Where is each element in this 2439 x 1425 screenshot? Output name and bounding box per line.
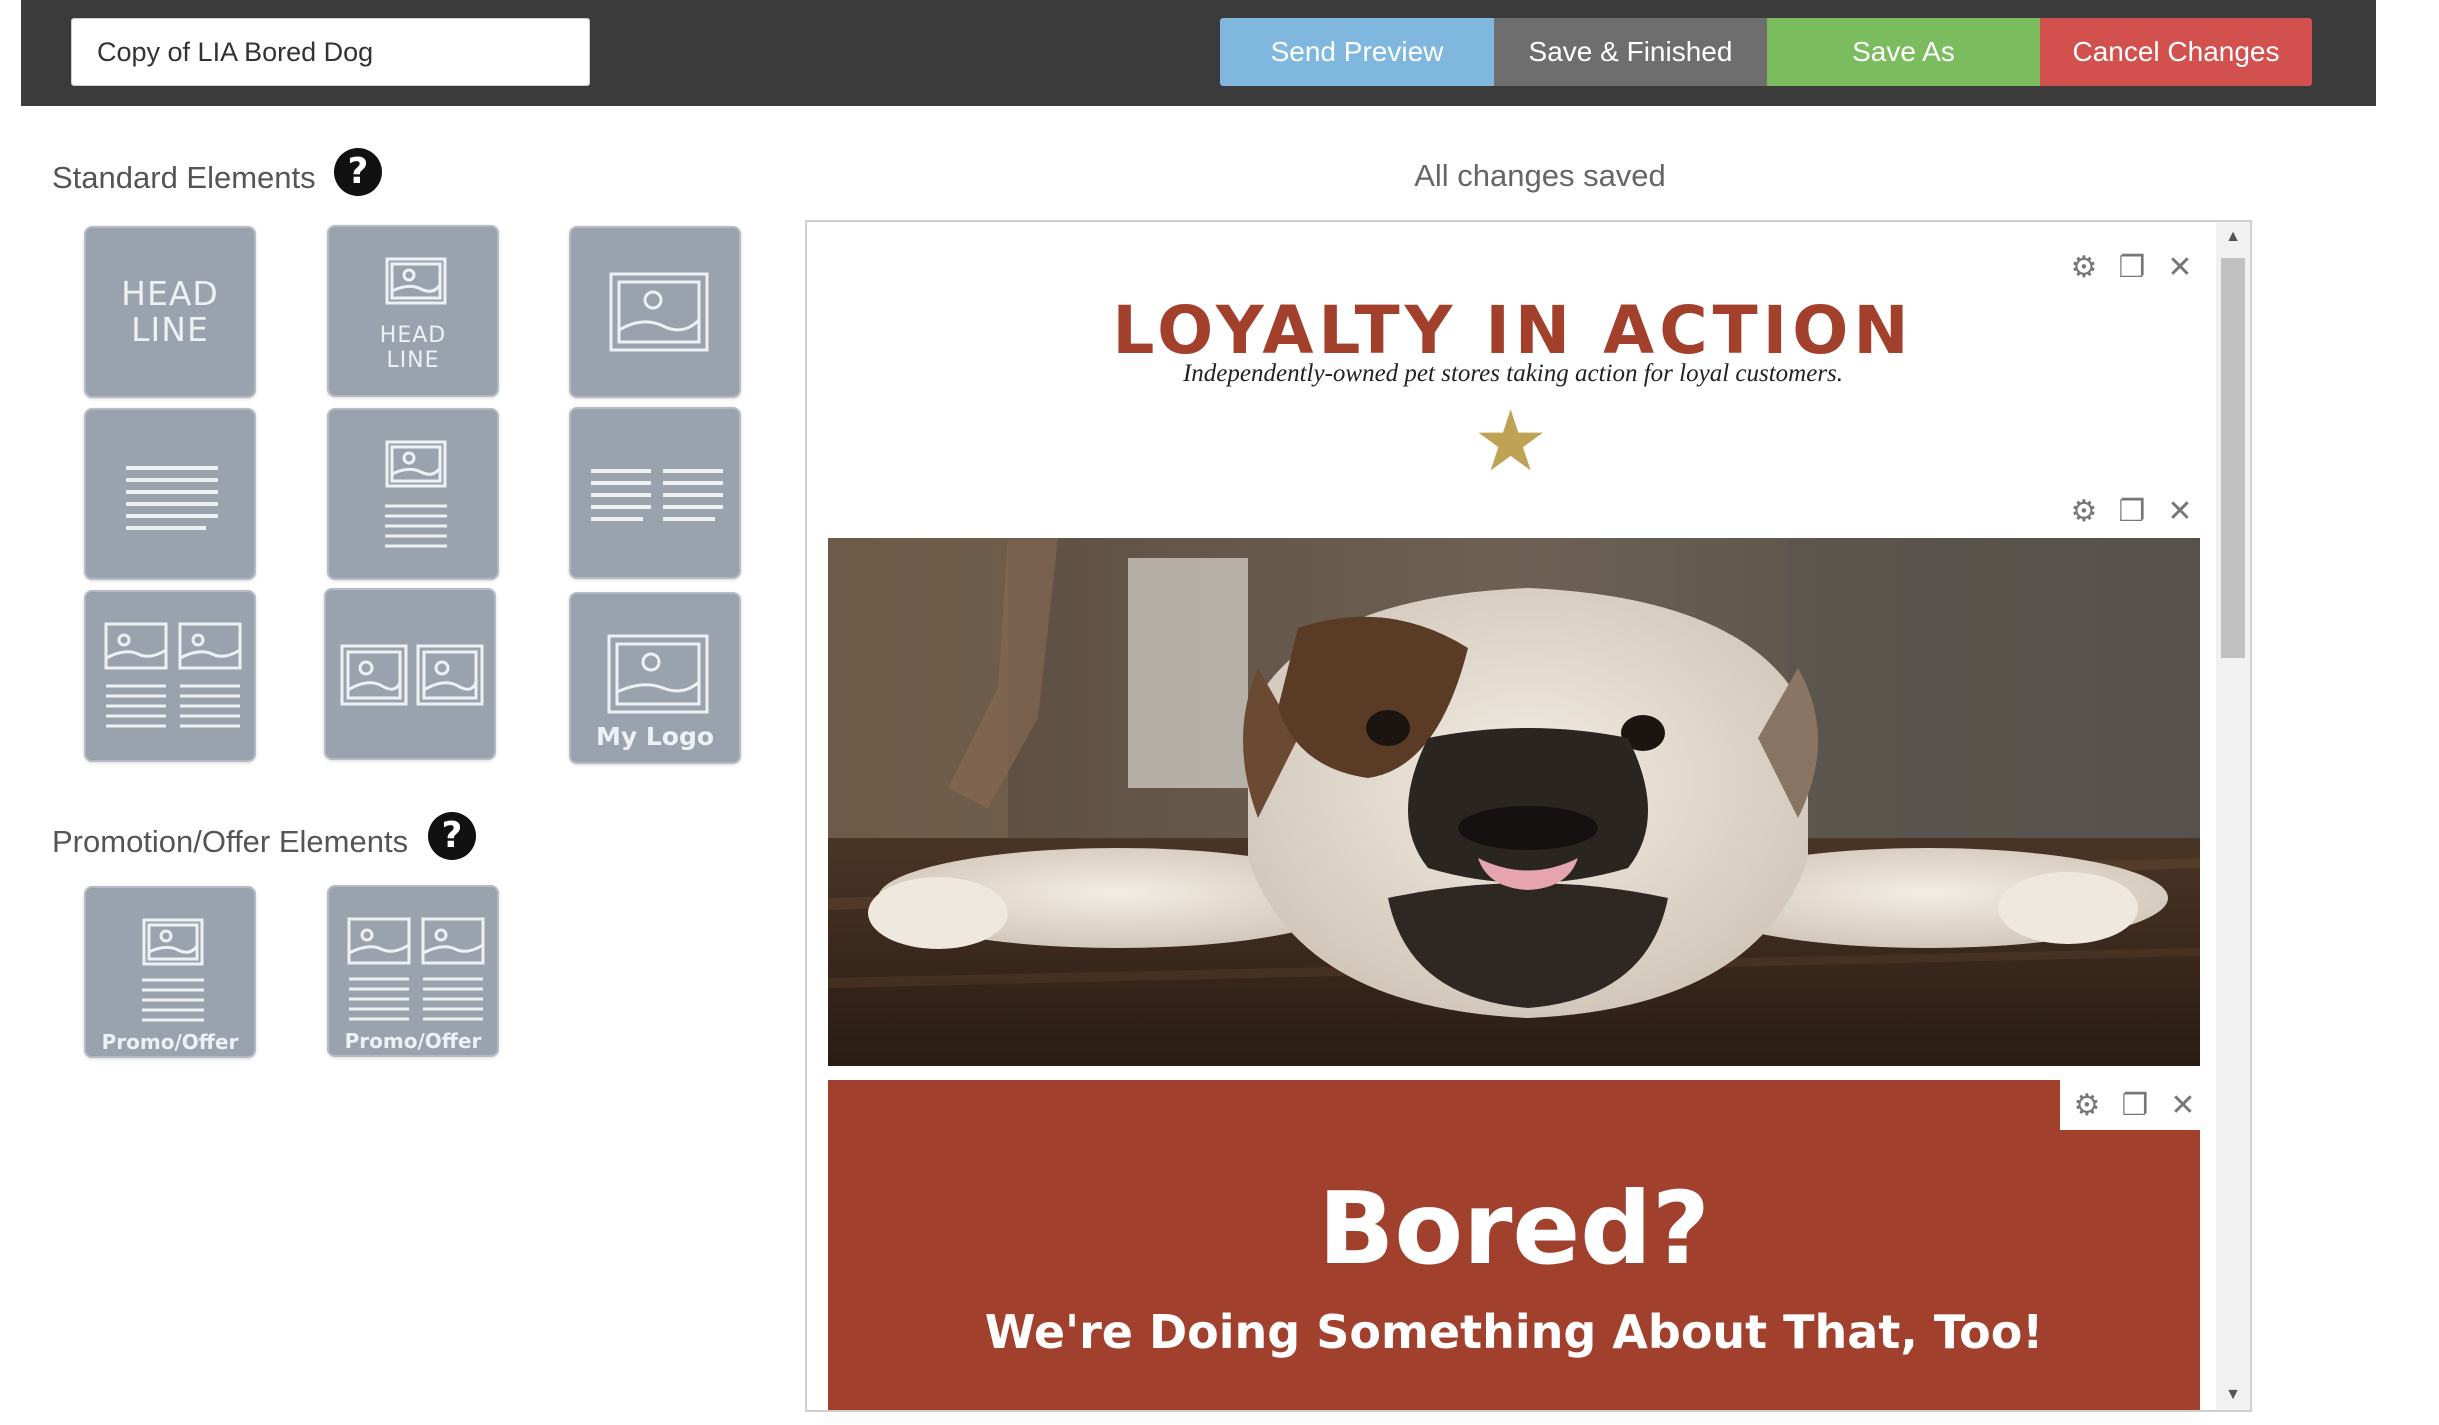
tile-image-headline-word1: HEAD [379, 323, 447, 348]
tile-headline-word2: LINE [131, 310, 209, 349]
promo-block[interactable]: ⚙ ❐ ✕ Bored? We're Doing Something About… [828, 1080, 2210, 1410]
duplicate-icon[interactable]: ❐ [2115, 494, 2149, 529]
promotion-elements-label: Promotion/Offer Elements [52, 824, 409, 859]
tile-two-column-text[interactable] [569, 407, 741, 579]
tile-headline[interactable]: HEAD LINE [84, 226, 256, 398]
block-tools: ⚙ ❐ ✕ [2057, 486, 2207, 536]
tile-my-logo[interactable]: My Logo [569, 592, 741, 764]
help-icon[interactable]: ? [334, 148, 382, 196]
star-icon: ★ [1473, 392, 1549, 490]
dog-photo[interactable] [828, 538, 2200, 1066]
tile-headline-text: HEAD LINE [86, 276, 254, 348]
text-lines-icon [126, 466, 218, 530]
header-block[interactable]: ⚙ ❐ ✕ LOYALTY IN ACTION Independently-ow… [807, 222, 2219, 522]
tile-image-text[interactable] [327, 408, 499, 580]
tile-image-headline-word2: LINE [386, 348, 440, 373]
top-toolbar: Send Preview Save & Finished Save As Can… [21, 0, 2376, 106]
image-icon [609, 272, 709, 352]
help-icon[interactable]: ? [428, 812, 476, 860]
image-text-icon [385, 440, 447, 548]
tile-promo-offer[interactable]: Promo/Offer [84, 886, 256, 1058]
tile-promo-offer-two-column[interactable]: Promo/Offer [327, 885, 499, 1057]
scroll-thumb[interactable] [2221, 258, 2245, 658]
email-canvas[interactable]: ⚙ ❐ ✕ LOYALTY IN ACTION Independently-ow… [805, 220, 2252, 1412]
tile-my-logo-label: My Logo [595, 722, 715, 751]
duplicate-icon[interactable]: ❐ [2115, 250, 2149, 285]
tile-text[interactable] [84, 408, 256, 580]
two-column-text-icon [591, 469, 723, 521]
promo-heading: Bored? [1318, 1170, 1710, 1287]
close-icon[interactable]: ✕ [2166, 1088, 2200, 1123]
scroll-up-icon[interactable]: ▲ [2216, 222, 2250, 252]
tile-image[interactable] [569, 226, 741, 398]
promo-subheading: We're Doing Something About That, Too! [984, 1305, 2044, 1359]
two-images-icon [340, 644, 484, 706]
image-icon [385, 257, 447, 305]
email-tagline: Independently-owned pet stores taking ac… [1182, 360, 1844, 387]
tile-image-headline-text: HEAD LINE [329, 323, 497, 373]
email-title-input[interactable] [71, 18, 590, 86]
bulldog-image [828, 538, 2200, 1066]
tile-two-image-text[interactable] [84, 590, 256, 762]
scroll-down-icon[interactable]: ▼ [2216, 1380, 2250, 1410]
send-preview-button[interactable]: Send Preview [1220, 18, 1494, 86]
tile-image-headline[interactable]: HEAD LINE [327, 225, 499, 397]
tile-headline-word1: HEAD [121, 274, 219, 313]
close-icon[interactable]: ✕ [2163, 250, 2197, 285]
gear-icon[interactable]: ⚙ [2067, 250, 2101, 285]
cancel-changes-button[interactable]: Cancel Changes [2040, 18, 2312, 86]
tile-promo-offer-label: Promo/Offer [101, 1030, 239, 1054]
two-image-text-icon [104, 622, 242, 728]
email-headline: LOYALTY IN ACTION [1112, 292, 1914, 369]
block-tools: ⚙ ❐ ✕ [2060, 1080, 2210, 1130]
close-icon[interactable]: ✕ [2163, 494, 2197, 529]
tile-promo-offer-label: Promo/Offer [344, 1029, 482, 1053]
standard-elements-label: Standard Elements [52, 160, 316, 195]
canvas-scrollbar[interactable]: ▲ ▼ [2216, 222, 2250, 1410]
gear-icon[interactable]: ⚙ [2070, 1088, 2104, 1123]
save-as-button[interactable]: Save As [1767, 18, 2040, 86]
block-tools: ⚙ ❐ ✕ [2057, 242, 2207, 292]
tile-two-images[interactable] [324, 588, 496, 760]
save-status: All changes saved [1414, 158, 1666, 193]
gear-icon[interactable]: ⚙ [2067, 494, 2101, 529]
save-finished-button[interactable]: Save & Finished [1494, 18, 1767, 86]
duplicate-icon[interactable]: ❐ [2118, 1088, 2152, 1123]
